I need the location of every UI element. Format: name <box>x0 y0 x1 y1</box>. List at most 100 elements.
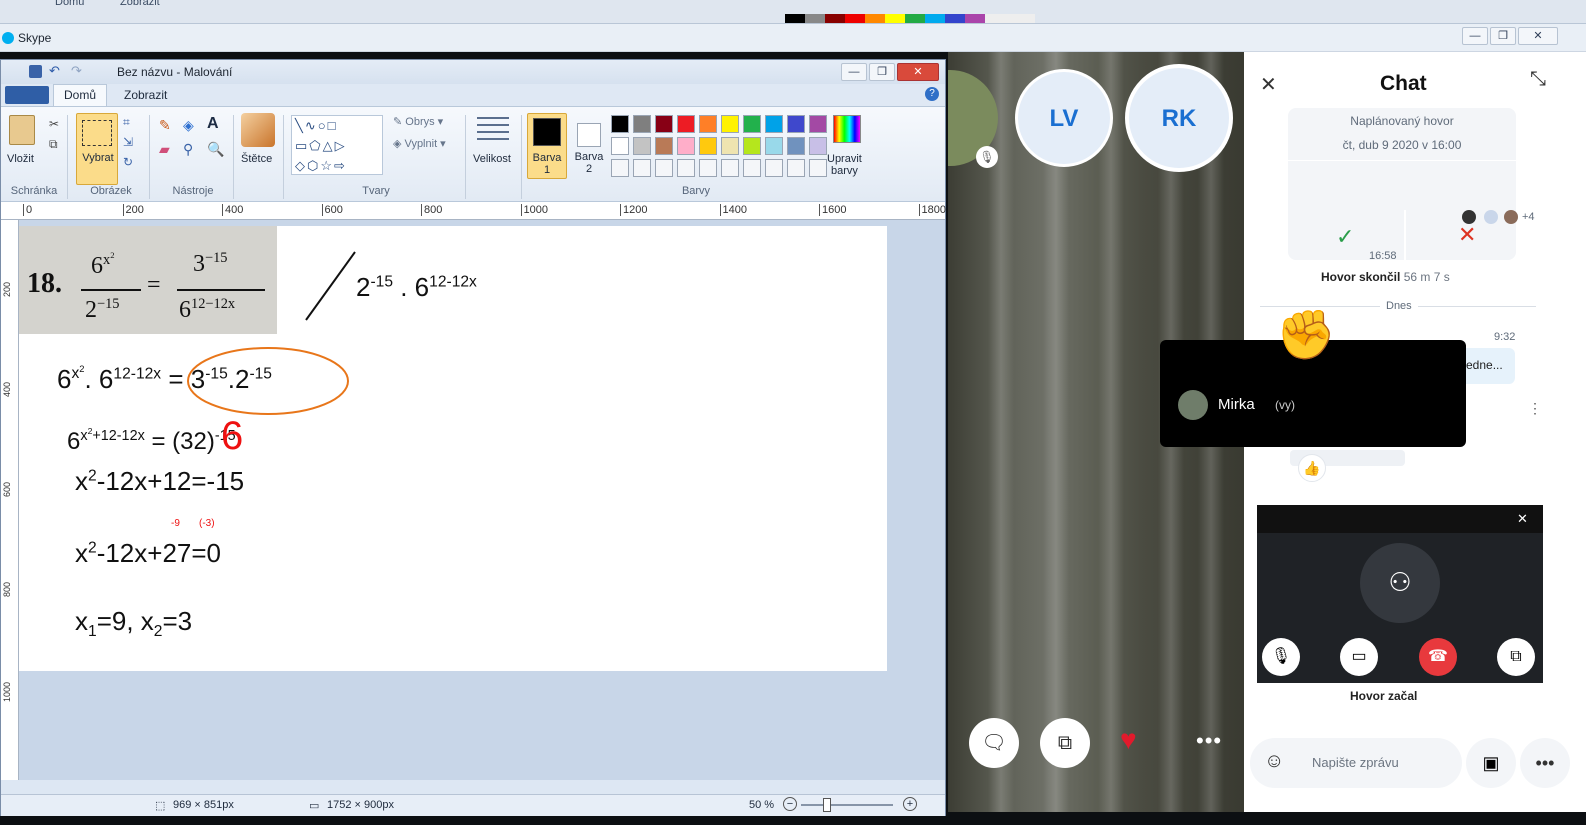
select-button[interactable]: Vybrat <box>76 113 118 185</box>
file-menu-button[interactable] <box>5 86 49 104</box>
brush-icon[interactable] <box>241 113 275 147</box>
skype-maximize-button[interactable]: ❐ <box>1490 27 1516 45</box>
eraser-icon[interactable]: ▰ <box>159 141 170 158</box>
heart-react-icon[interactable]: ♥ <box>1120 724 1137 756</box>
tab-home[interactable]: Domů <box>53 84 107 106</box>
avatar-lv[interactable]: LV <box>1015 69 1113 167</box>
fill-icon[interactable]: ◈ <box>183 117 194 134</box>
text-tool-icon[interactable]: A <box>207 115 219 133</box>
palette-swatch-empty[interactable] <box>765 159 783 177</box>
palette-swatch[interactable] <box>611 137 629 155</box>
palette-swatch-empty[interactable] <box>721 159 739 177</box>
palette-swatch[interactable] <box>655 137 673 155</box>
palette-swatch[interactable] <box>787 137 805 155</box>
size-icon[interactable] <box>477 117 509 143</box>
tooltip-name: Mirka <box>1218 396 1255 413</box>
color-picker-icon[interactable]: ⚲ <box>183 141 193 158</box>
undo-icon[interactable]: ↶ <box>49 63 60 79</box>
camera-button[interactable]: ▭ <box>1340 638 1378 676</box>
skype-close-button[interactable]: ✕ <box>1518 27 1558 45</box>
message-options-icon[interactable]: ⋮ <box>1528 400 1542 417</box>
zoom-out-button[interactable]: − <box>783 797 797 811</box>
shapes-gallery[interactable]: ╲∿○□ ▭⬠△▷ ◇⬡☆⇨ <box>291 115 383 175</box>
palette-swatch-empty[interactable] <box>611 159 629 177</box>
zoom-slider-thumb[interactable] <box>823 798 831 812</box>
color1-button[interactable]: Barva 1 <box>527 113 567 179</box>
crop-icon[interactable]: ⌗ <box>123 115 130 130</box>
drawing-canvas[interactable]: 18. 6x2 2−15 = 3−15 612−12x 2-15 . 612-1… <box>19 226 887 671</box>
avatar-rk[interactable]: RK <box>1125 64 1233 172</box>
palette-swatch[interactable] <box>611 115 629 133</box>
palette-swatch[interactable] <box>809 115 827 133</box>
decline-x-icon[interactable]: ✕ <box>1458 222 1476 248</box>
more-options-icon[interactable]: ••• <box>1196 728 1222 754</box>
switch-view-button[interactable]: ⧉ <box>1040 718 1090 768</box>
magnifier-icon[interactable]: 🔍 <box>207 141 224 158</box>
hangup-button[interactable]: ☎ <box>1419 638 1457 676</box>
canvas-area: 200 400 600 800 1000 18. 6x2 2−15 = 3−15 612… <box>1 220 945 780</box>
palette-swatch[interactable] <box>633 115 651 133</box>
clipboard-group-label: Schránka <box>10 185 58 197</box>
vruler-tick: 200 <box>2 282 12 298</box>
paste-icon[interactable] <box>9 115 35 145</box>
palette-swatch[interactable] <box>677 115 695 133</box>
outline-dropdown[interactable]: ✎ Obrys ▾ <box>393 115 443 128</box>
palette-swatch[interactable] <box>765 115 783 133</box>
palette-swatch[interactable] <box>721 115 739 133</box>
palette-swatch-empty[interactable] <box>743 159 761 177</box>
mini-close-icon[interactable]: ✕ <box>1517 511 1528 527</box>
problem-equals: = <box>147 272 161 298</box>
palette-swatch-empty[interactable] <box>655 159 673 177</box>
palette-swatch-empty[interactable] <box>699 159 717 177</box>
save-icon[interactable] <box>29 65 42 78</box>
mic-button[interactable]: 🎙 <box>1262 638 1300 676</box>
palette-swatch[interactable] <box>765 137 783 155</box>
more-actions-button[interactable]: ••• <box>1520 738 1570 788</box>
copy-icon[interactable]: ⧉ <box>49 137 58 152</box>
resize-icon[interactable]: ⇲ <box>123 135 133 149</box>
palette-swatch[interactable] <box>633 137 651 155</box>
size-button[interactable]: Velikost <box>473 153 511 165</box>
paint-maximize-button[interactable]: ❐ <box>869 63 895 81</box>
palette-swatch[interactable] <box>655 115 673 133</box>
thumbs-up-reaction-icon[interactable]: 👍 <box>1298 454 1326 482</box>
zoom-in-button[interactable]: + <box>903 797 917 811</box>
paint-close-button[interactable]: ✕ <box>897 63 939 81</box>
palette-swatch[interactable] <box>721 137 739 155</box>
help-icon[interactable]: ? <box>925 87 939 101</box>
attach-media-button[interactable]: ▣ <box>1466 738 1516 788</box>
accept-check-icon[interactable]: ✓ <box>1336 224 1354 250</box>
zoom-slider[interactable] <box>801 804 893 806</box>
edit-colors-button[interactable]: Upravit barvy <box>827 153 862 177</box>
brushes-button[interactable]: Štětce <box>241 153 272 165</box>
palette-swatch-empty[interactable] <box>787 159 805 177</box>
palette-swatch[interactable] <box>743 115 761 133</box>
close-chat-icon[interactable]: ✕ <box>1260 72 1277 97</box>
palette-swatch[interactable] <box>787 115 805 133</box>
paint-minimize-button[interactable]: — <box>841 63 867 81</box>
color2-button[interactable]: Barva 2 <box>571 113 607 179</box>
palette-swatch[interactable] <box>743 137 761 155</box>
palette-swatch-empty[interactable] <box>809 159 827 177</box>
palette-swatch[interactable] <box>809 137 827 155</box>
palette-swatch[interactable] <box>677 137 695 155</box>
fill-dropdown[interactable]: ◈ Vyplnit ▾ <box>393 137 446 150</box>
ruler-tick: 600 <box>321 204 343 216</box>
switch-window-button[interactable]: ⧉ <box>1497 638 1535 676</box>
palette-swatch-empty[interactable] <box>633 159 651 177</box>
paste-button[interactable]: Vložit <box>7 153 34 165</box>
chat-toggle-button[interactable]: 🗨 <box>969 718 1019 768</box>
skype-minimize-button[interactable]: — <box>1462 27 1488 45</box>
edit-colors-icon[interactable] <box>833 115 861 143</box>
message-input[interactable]: ☺ Napište zprávu <box>1250 738 1462 788</box>
redo-icon[interactable]: ↷ <box>71 63 82 79</box>
palette-swatch[interactable] <box>699 137 717 155</box>
palette-swatch[interactable] <box>699 115 717 133</box>
pencil-icon[interactable]: ✎ <box>159 117 171 134</box>
rotate-icon[interactable]: ↻ <box>123 155 133 169</box>
palette-swatch-empty[interactable] <box>677 159 695 177</box>
cut-icon[interactable]: ✂ <box>49 117 59 131</box>
emoji-icon[interactable]: ☺ <box>1264 750 1284 773</box>
expand-icon[interactable]: ⤡ <box>1530 68 1546 91</box>
tab-view[interactable]: Zobrazit <box>124 88 167 102</box>
